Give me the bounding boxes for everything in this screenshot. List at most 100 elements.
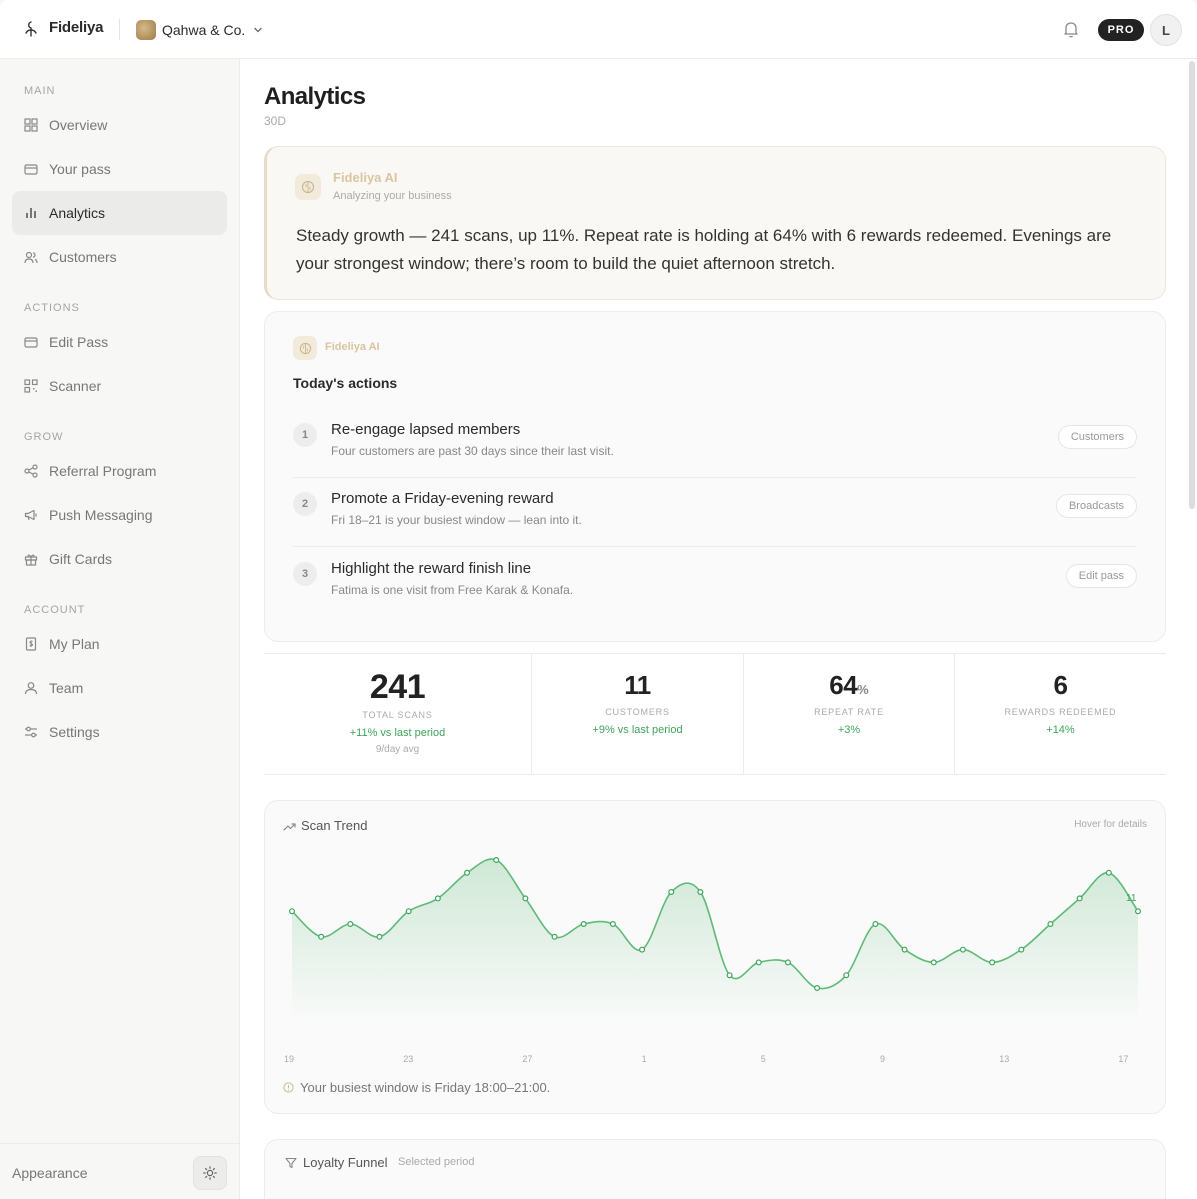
ai-insight-card: Fideliya AI Analyzing your business Stea… [264,146,1166,300]
trend-point[interactable] [580,920,587,927]
trend-point[interactable] [784,959,791,966]
sidebar-item-edit-pass[interactable]: Edit Pass [12,320,227,364]
trend-point[interactable] [959,946,966,953]
trend-point[interactable] [522,895,529,902]
trend-point[interactable] [318,933,325,940]
trend-point[interactable] [1105,869,1112,876]
sidebar-item-push-messaging[interactable]: Push Messaging [12,493,227,537]
receipt-icon [25,637,37,651]
stat-change: +11% vs last period [349,727,446,739]
sidebar-item-overview[interactable]: Overview [12,103,227,147]
trend-point[interactable] [1047,920,1054,927]
action-title: Promote a Friday-evening reward [331,490,554,507]
stat-customers: 11 CUSTOMERS +9% vs last period [532,654,744,774]
ai-label: Fideliya AI [325,341,380,353]
stat-change: +14% [1046,724,1075,736]
x-tick-label: 17 [1118,1054,1128,1064]
sidebar-item-referral-program[interactable]: Referral Program [12,449,227,493]
bell-icon[interactable] [1061,19,1081,39]
sidebar-item-customers[interactable]: Customers [12,235,227,279]
broadcasts-button[interactable]: Broadcasts [1055,494,1137,518]
trend-point[interactable] [1076,895,1083,902]
stat-value: 6 [1053,670,1068,700]
trend-point[interactable] [609,920,616,927]
sidebar-item-my-plan[interactable]: My Plan [12,622,227,666]
sidebar-item-team[interactable]: Team [12,666,227,710]
header-divider [119,19,120,40]
stat-extra: 9/day avg [375,744,420,755]
action-item: 2 Promote a Friday-evening reward Fri 18… [293,478,1137,547]
trend-point[interactable] [434,895,441,902]
trend-point[interactable] [405,908,412,915]
todays-actions-card: Fideliya AI Today's actions 1 Re-engage … [264,311,1166,642]
megaphone-icon [24,509,37,521]
sidebar-item-your-pass[interactable]: Your pass [12,147,227,191]
trend-point[interactable] [872,920,879,927]
appearance-label: Appearance [12,1165,88,1181]
trend-point[interactable] [930,959,937,966]
action-number: 3 [293,562,317,586]
scan-trend-chart[interactable]: 11 19 23 27 1 5 9 13 17 [265,801,1166,1114]
sidebar-item-settings[interactable]: Settings [12,710,227,754]
user-avatar[interactable]: L [1150,14,1182,46]
sliders-icon [25,726,37,738]
card-icon [24,337,38,348]
trend-point[interactable] [551,933,558,940]
trend-point[interactable] [726,972,733,979]
loyalty-funnel-subtitle: Selected period [398,1156,475,1168]
stat-rewards-redeemed: 6 REWARDS REDEEMED +14% [955,654,1166,774]
x-tick-label: 1 [642,1054,647,1064]
sidebar-item-label: Settings [49,724,100,740]
trend-point[interactable] [376,933,383,940]
sun-icon [203,1166,217,1180]
business-avatar [136,20,156,40]
sidebar-item-label: Your pass [49,161,111,177]
sidebar-item-analytics[interactable]: Analytics [12,191,227,235]
trend-point[interactable] [493,856,500,863]
business-switcher[interactable]: Qahwa & Co. [136,18,263,42]
busiest-window-note: Your busiest window is Friday 18:00–21:0… [300,1080,551,1095]
trend-point[interactable] [347,920,354,927]
trend-point[interactable] [901,946,908,953]
theme-toggle-button[interactable] [193,1156,227,1190]
trend-point[interactable] [814,985,821,992]
sidebar-item-scanner[interactable]: Scanner [12,364,227,408]
user-icon [24,682,38,695]
edit-pass-button[interactable]: Edit pass [1065,564,1137,588]
sidebar-section-account: ACCOUNT [24,604,86,616]
sidebar-footer: Appearance [0,1143,240,1199]
x-tick-label: 13 [999,1054,1009,1064]
logo-icon [25,21,37,37]
bar-chart-icon [26,208,36,218]
action-number: 1 [293,423,317,447]
trend-point[interactable] [668,888,675,895]
trend-point[interactable] [755,959,762,966]
grid-icon [24,118,38,132]
sidebar-item-gift-cards[interactable]: Gift Cards [12,537,227,581]
scrollbar-thumb[interactable] [1189,61,1195,509]
ai-insight-text: Steady growth — 241 scans, up 11%. Repea… [296,226,1112,273]
trend-point[interactable] [843,972,850,979]
sidebar-item-label: Overview [49,117,108,133]
scan-trend-card: Scan Trend Hover for details 11 19 23 27 1 5 9… [264,800,1166,1114]
trend-point[interactable] [697,888,704,895]
trend-point[interactable] [1018,946,1025,953]
trend-point[interactable] [1134,908,1141,915]
stat-unit: % [857,682,869,697]
customers-button[interactable]: Customers [1057,425,1137,449]
info-icon [283,1082,294,1093]
sidebar-item-label: Edit Pass [49,334,109,350]
sidebar-item-label: Team [49,680,84,696]
x-tick-label: 5 [761,1054,766,1064]
action-description: Fatima is one visit from Free Karak & Ko… [331,583,574,597]
top-bar: Fideliya Qahwa & Co. PRO L [0,0,1197,59]
trend-point[interactable] [289,908,296,915]
trend-point[interactable] [989,959,996,966]
trend-point[interactable] [639,946,646,953]
sidebar-section-grow: GROW [24,431,64,443]
action-title: Re-engage lapsed members [331,421,521,438]
stat-repeat-rate: 64% REPEAT RATE +3% [744,654,955,774]
trend-point[interactable] [464,869,471,876]
main-scrollbar[interactable] [1188,59,1197,1199]
sidebar-section-main: MAIN [24,85,56,97]
